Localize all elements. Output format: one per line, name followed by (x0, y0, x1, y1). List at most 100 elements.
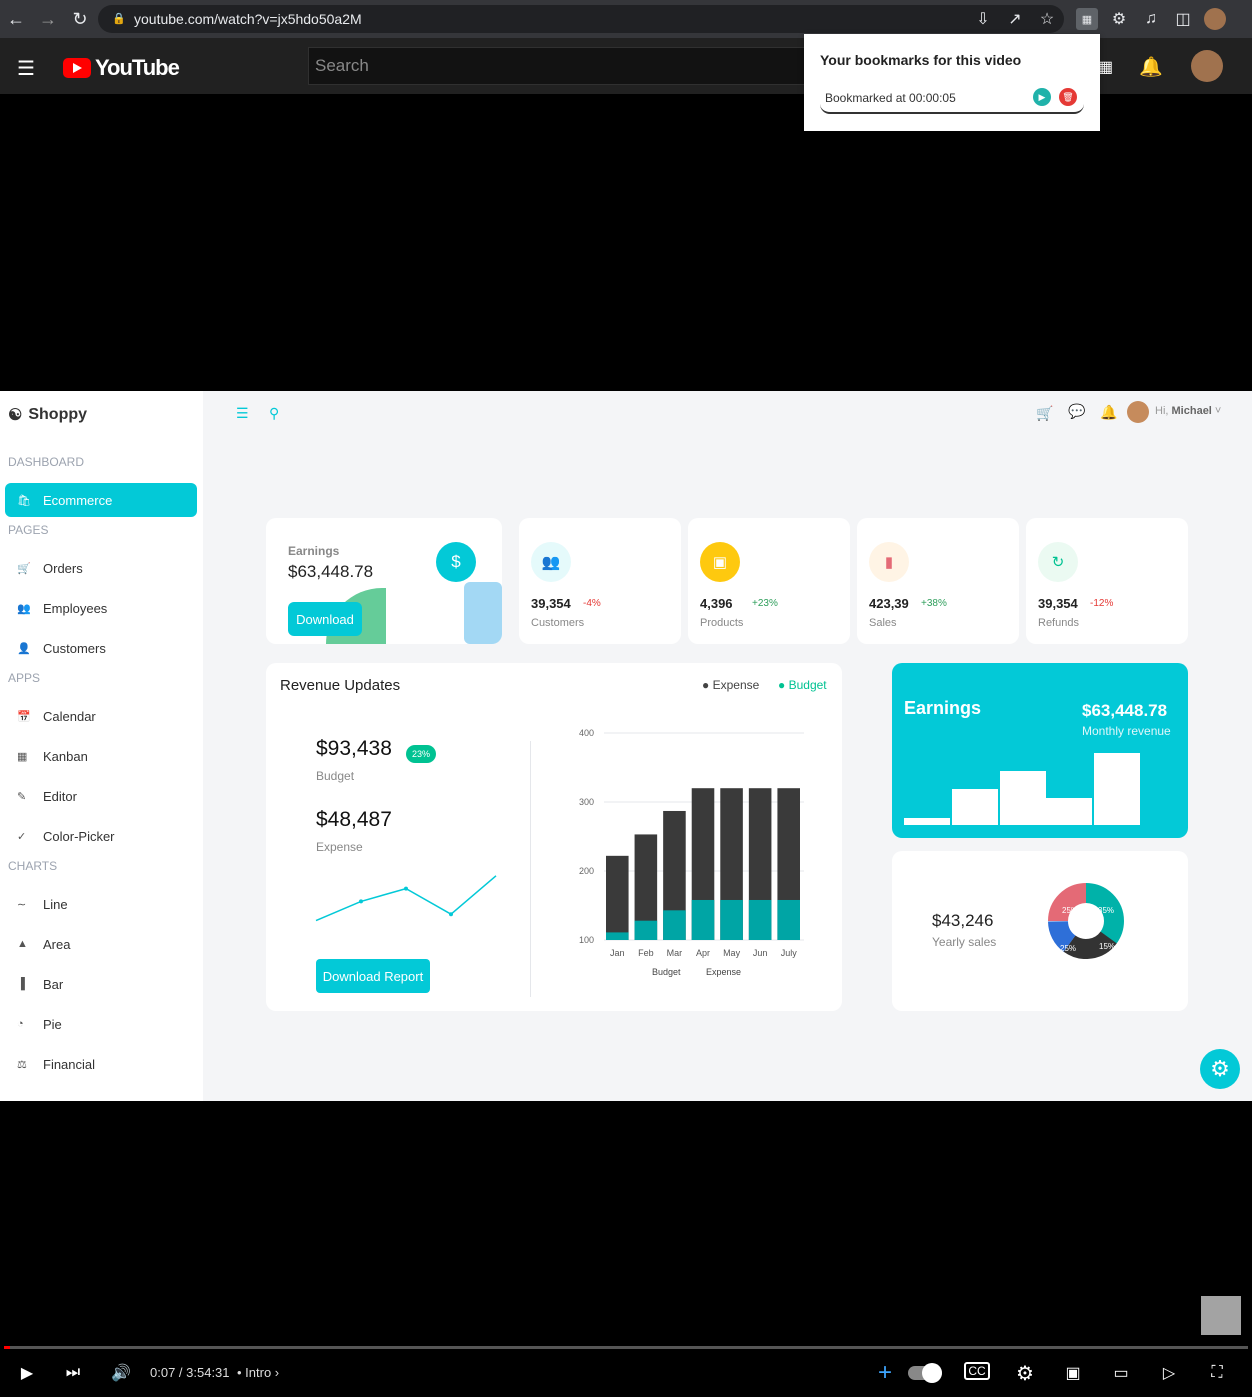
sidebar-item-editor[interactable]: ✎ Editor (5, 779, 197, 813)
youtube-logo[interactable]: YouTube (63, 55, 180, 81)
yearly-value: $43,246 (932, 911, 994, 930)
youtube-play-icon (63, 58, 91, 78)
app-logo[interactable]: ☯ Shoppy (8, 405, 87, 425)
next-icon[interactable]: ⏭ (60, 1362, 86, 1384)
sidebar-item-color-picker[interactable]: ✓ Color-Picker (5, 819, 197, 853)
sidebar-item-label: Area (43, 936, 71, 952)
bar-icon: ▐ (17, 978, 25, 990)
reload-icon[interactable]: ↻ (64, 0, 96, 38)
sidebar-item-pie[interactable]: ◔ Pie (5, 1007, 197, 1041)
delete-bookmark-icon[interactable]: 🗑 (1059, 88, 1077, 106)
profile-avatar[interactable] (1204, 8, 1226, 30)
volume-icon[interactable]: 🔊 (108, 1362, 134, 1384)
chat-icon[interactable]: 💬 (1068, 403, 1085, 420)
pie-icon: ◔ (17, 1018, 24, 1030)
bookmark-extension-icon[interactable]: ▦ (1076, 8, 1098, 30)
sidebar-item-calendar[interactable]: 📅 Calendar (5, 699, 197, 733)
stat-card: ▮ 423,39 +38% Sales (857, 518, 1019, 644)
settings-gear-icon[interactable]: ⚙ (1200, 1049, 1240, 1089)
sparkline-point (404, 886, 408, 891)
stat-icon[interactable]: ↻ (1038, 542, 1078, 582)
progress-track[interactable] (4, 1346, 1248, 1349)
stat-icon[interactable]: 👥 (531, 542, 571, 582)
revenue-bar-chart: 100 200 300 400 Jan Feb Mar Apr May Jun July Budget… (579, 728, 804, 977)
media-icon[interactable]: ♫ (1140, 8, 1162, 30)
sidebar-item-financial[interactable]: ⚖ Financial (5, 1047, 197, 1081)
play-icon[interactable]: ▶ (14, 1362, 40, 1384)
x-tick: July (781, 948, 798, 958)
fullscreen-icon[interactable]: ⛶ (1204, 1362, 1230, 1384)
install-icon[interactable]: ⇩ (972, 8, 994, 30)
chapter-title[interactable]: • Intro › (237, 1365, 279, 1380)
sidebar-item-kanban[interactable]: ▦ Kanban (5, 739, 197, 773)
sidebar-item-label: Line (43, 896, 68, 912)
sidebar-section-title: CHARTS (8, 859, 58, 873)
extensions-icon[interactable]: ⚙ (1108, 8, 1130, 30)
address-bar[interactable]: 🔒 youtube.com/watch?v=jx5hdo50a2M (98, 5, 1064, 33)
autoplay-toggle[interactable] (908, 1362, 942, 1384)
stat-card: 👥 39,354 -4% Customers (519, 518, 681, 644)
captions-icon[interactable]: CC (964, 1362, 990, 1380)
video-frame[interactable]: ☯ Shoppy DASHBOARD 🛍 Ecommerce PAGES 🛒 Orders 👥… (0, 391, 1252, 1101)
search-icon[interactable]: ⚲ (269, 405, 279, 422)
user-avatar[interactable] (1191, 50, 1223, 82)
hamburger-icon[interactable]: ☰ (236, 405, 249, 422)
y-tick: 100 (579, 935, 594, 945)
earnings-big-card: Earnings $63,448.78 Monthly revenue (892, 663, 1188, 838)
x-tick: Jan (610, 948, 625, 958)
theater-icon[interactable]: ▭ (1108, 1362, 1134, 1384)
sidebar-section-title: PAGES (8, 523, 49, 537)
sidebar-item-line[interactable]: ∼ Line (5, 887, 197, 921)
stat-icon[interactable]: ▣ (700, 542, 740, 582)
notification-icon[interactable]: 🔔 (1100, 404, 1117, 421)
add-bookmark-icon[interactable]: + (872, 1359, 898, 1386)
sidebar-item-employees[interactable]: 👥 Employees (5, 591, 197, 625)
app-avatar[interactable] (1127, 401, 1149, 423)
kanban-icon: ▦ (17, 750, 28, 763)
stat-change: -12% (1090, 598, 1114, 609)
stat-icon[interactable]: ▮ (869, 542, 909, 582)
budget-bar (663, 910, 686, 940)
forward-icon[interactable]: → (32, 0, 64, 38)
sidebar-item-label: Financial (43, 1056, 96, 1072)
play-bookmark-icon[interactable]: ▶ (1033, 88, 1051, 106)
calendar-icon: 📅 (17, 710, 31, 723)
expense-bar (606, 855, 629, 940)
legend-expense: ● Expense (702, 678, 760, 692)
greeting[interactable]: Hi, Michael ˅ (1155, 405, 1221, 417)
cast-icon[interactable]: ▷ (1156, 1362, 1182, 1384)
sidebar-item-ecommerce[interactable]: 🛍 Ecommerce (5, 483, 197, 517)
url-text: youtube.com/watch?v=jx5hdo50a2M (134, 11, 362, 27)
sidebar-item-bar[interactable]: ▐ Bar (5, 967, 197, 1001)
person-illustration (464, 582, 502, 644)
expense-label: Expense (316, 840, 363, 854)
sidebar-item-label: Employees (43, 600, 108, 616)
sidebar-item-orders[interactable]: 🛒 Orders (5, 551, 197, 585)
yearly-card: $43,246 Yearly sales 25% 35% 15% 25% (892, 851, 1188, 1011)
sidebar-item-area[interactable]: ▲ Area (5, 927, 197, 961)
search-input[interactable]: Search (308, 47, 828, 85)
share-icon[interactable]: ↗ (1004, 8, 1026, 30)
star-icon[interactable]: ☆ (1036, 8, 1058, 30)
channel-watermark[interactable] (1201, 1296, 1241, 1335)
download-report-button[interactable]: Download Report (316, 959, 430, 993)
x-tick: Mar (667, 948, 683, 958)
download-button[interactable]: Download (288, 602, 362, 636)
bell-icon[interactable]: 🔔 (1139, 55, 1163, 79)
cart-icon[interactable]: 🛒 (1036, 405, 1053, 422)
miniplayer-icon[interactable]: ▣ (1060, 1362, 1086, 1384)
stat-change: -4% (583, 598, 601, 609)
area-icon: ▲ (17, 938, 28, 950)
yearly-label: Yearly sales (932, 935, 997, 949)
settings-icon[interactable]: ⚙ (1012, 1362, 1038, 1385)
sidebar-item-label: Calendar (43, 708, 96, 724)
sidebar-icon[interactable]: ◫ (1172, 8, 1194, 30)
pie-label-2: 35% (1098, 906, 1115, 915)
apps-icon[interactable]: ▦ (1098, 57, 1113, 77)
menu-icon[interactable]: ☰ (17, 56, 35, 81)
budget-bar (777, 899, 800, 940)
back-icon[interactable]: ← (0, 0, 32, 38)
app-sidebar: ☯ Shoppy DASHBOARD 🛍 Ecommerce PAGES 🛒 Orders 👥… (0, 391, 203, 1101)
financial-icon: ⚖ (17, 1058, 27, 1071)
sidebar-item-customers[interactable]: 👤 Customers (5, 631, 197, 665)
